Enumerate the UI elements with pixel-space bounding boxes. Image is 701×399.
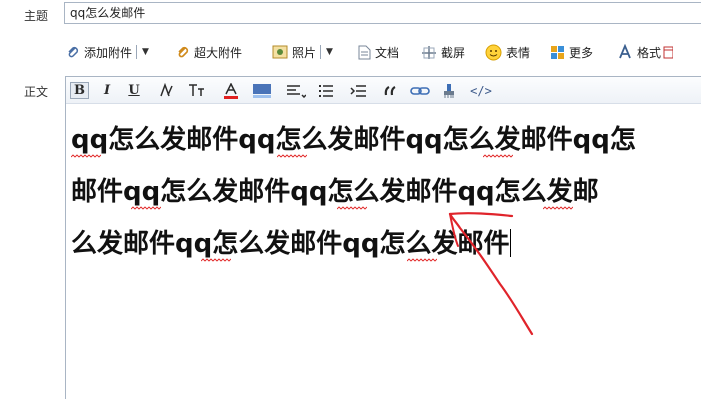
large-paperclip-icon	[178, 46, 189, 58]
spellcheck-underline	[407, 258, 437, 262]
indent-button[interactable]	[348, 82, 372, 99]
calendar-icon	[663, 46, 674, 59]
chevron-down-icon[interactable]: ▼	[326, 47, 333, 57]
spellcheck-underline	[483, 154, 513, 158]
body-line: qq怎么发邮件qq怎么发邮件qq怎么发邮件qq怎	[71, 114, 701, 166]
subject-input[interactable]: qq怎么发邮件	[64, 2, 701, 24]
screenshot-button[interactable]: 截屏	[421, 40, 465, 64]
background-color-button[interactable]	[251, 82, 273, 99]
format-toolbar: B I U </>	[66, 77, 701, 104]
indent-icon	[350, 84, 366, 97]
chevron-down-icon[interactable]: ▼	[142, 47, 149, 57]
body-label: 正文	[24, 85, 49, 99]
spellcheck-underline	[543, 206, 573, 210]
italic-button[interactable]: I	[99, 82, 115, 99]
body-line-text: qq怎么发邮件qq怎么发邮件qq怎么发邮件qq怎	[71, 125, 636, 155]
add-attachment-label: 添加附件	[84, 45, 133, 60]
spellcheck-underline	[277, 154, 307, 158]
subject-label: 主题	[24, 9, 49, 23]
clear-format-button[interactable]	[439, 82, 459, 99]
smiley-icon	[485, 44, 502, 60]
font-color-icon	[224, 82, 238, 99]
body-line-text: 么发邮件qq怎么发邮件qq怎么发邮件	[71, 229, 510, 259]
bullet-list-icon	[319, 84, 333, 97]
spellcheck-underline	[201, 258, 231, 262]
spellcheck-underline	[131, 206, 161, 210]
font-color-button[interactable]	[220, 82, 242, 99]
paperclip-icon	[68, 46, 79, 58]
screenshot-label: 截屏	[441, 45, 466, 60]
quote-button[interactable]	[382, 82, 400, 99]
emoji-label: 表情	[506, 45, 531, 60]
body-line: 邮件qq怎么发邮件qq怎么发邮件qq怎么发邮	[71, 166, 701, 218]
grid-icon	[551, 45, 564, 59]
large-attachment-button[interactable]: 超大附件	[176, 40, 242, 64]
more-label: 更多	[569, 45, 594, 60]
document-icon	[358, 45, 371, 59]
message-body[interactable]: qq怎么发邮件qq怎么发邮件qq怎么发邮件qq怎 邮件qq怎么发邮件qq怎么发邮…	[71, 114, 701, 270]
spellcheck-underline	[71, 154, 101, 158]
body-line-text: 邮件qq怎么发邮件qq怎么发邮件qq怎么发邮	[71, 177, 599, 207]
align-button[interactable]	[284, 82, 308, 99]
divider	[136, 45, 138, 59]
underline-button[interactable]: U	[126, 82, 142, 99]
format-button[interactable]: 格式	[617, 40, 674, 64]
font-a-icon	[619, 44, 631, 59]
more-button[interactable]: 更多	[550, 40, 593, 64]
photo-icon	[272, 45, 288, 59]
scissors-icon	[422, 45, 436, 59]
emoji-button[interactable]: 表情	[485, 40, 530, 64]
text-cursor	[510, 229, 512, 257]
photo-button[interactable]: 照片 ▼	[272, 40, 333, 64]
link-icon	[410, 86, 430, 95]
brush-icon	[444, 83, 454, 98]
bold-button[interactable]: B	[70, 82, 89, 99]
add-attachment-button[interactable]: 添加附件 ▼	[66, 40, 149, 64]
divider	[320, 45, 322, 59]
document-button[interactable]: 文档	[358, 40, 399, 64]
background-color-icon	[253, 84, 271, 98]
spellcheck-underline	[337, 206, 367, 210]
body-editor[interactable]: B I U </> qq怎么发邮件qq怎么发邮件qq怎么发邮件qq怎 邮件qq怎…	[65, 76, 701, 399]
html-source-button[interactable]: </>	[466, 82, 496, 99]
list-button[interactable]	[316, 82, 340, 99]
font-size-button[interactable]	[187, 82, 209, 99]
large-attachment-label: 超大附件	[194, 45, 243, 60]
quote-icon	[384, 85, 396, 95]
font-family-icon	[160, 83, 173, 97]
font-size-icon	[189, 84, 204, 96]
link-button[interactable]	[409, 82, 431, 99]
photo-label: 照片	[292, 45, 317, 60]
body-line: 么发邮件qq怎么发邮件qq怎么发邮件	[71, 218, 701, 270]
insert-toolbar: 添加附件 ▼ 超大附件 照片 ▼ 文档 截屏 表情 更多 格式	[64, 40, 701, 64]
font-family-button[interactable]	[156, 82, 178, 99]
format-label: 格式	[637, 45, 662, 60]
document-label: 文档	[375, 45, 400, 60]
align-left-icon	[287, 84, 306, 98]
